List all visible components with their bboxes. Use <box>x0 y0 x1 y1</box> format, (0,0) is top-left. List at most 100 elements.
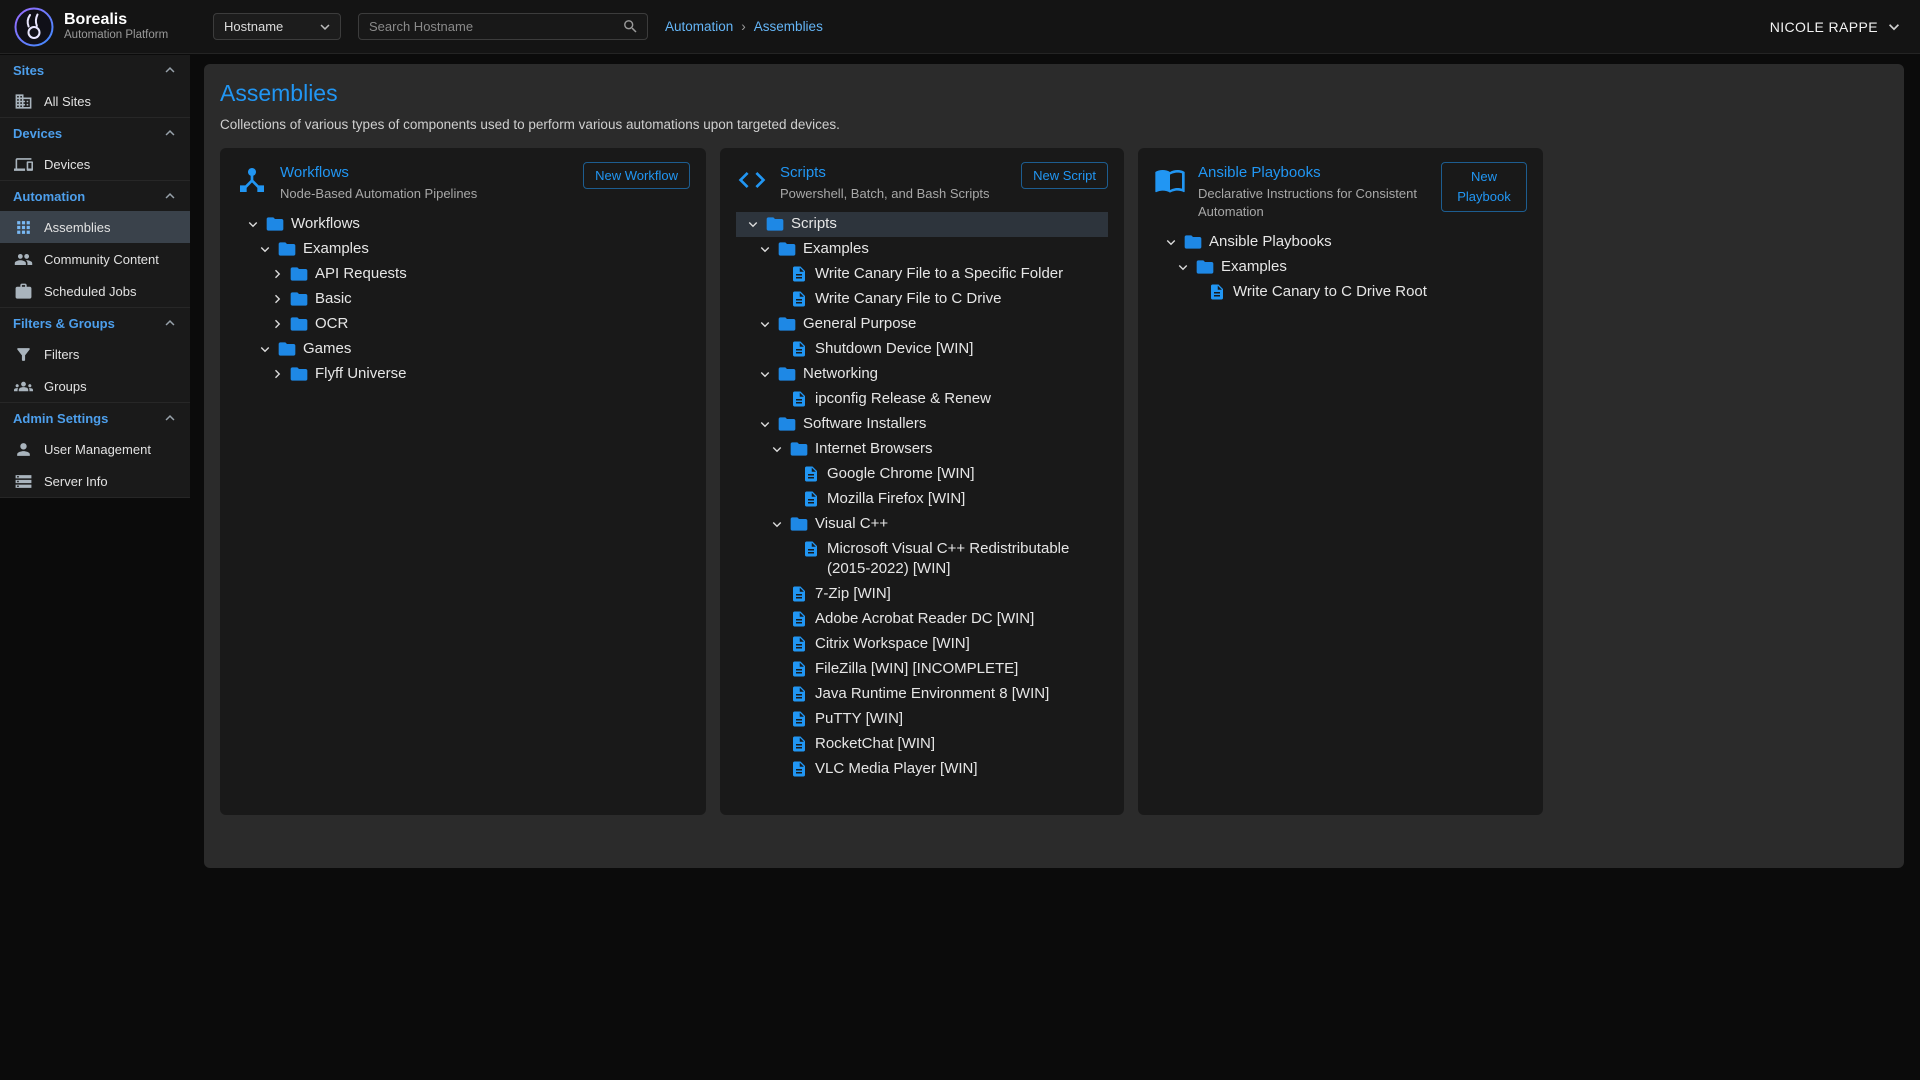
chevron-down-icon[interactable] <box>754 364 776 384</box>
chevron-down-icon[interactable] <box>754 239 776 259</box>
brand-subtitle: Automation Platform <box>64 29 168 42</box>
folder-icon <box>1194 257 1216 277</box>
chevron-right-icon[interactable] <box>266 289 288 309</box>
sidebar-item-label: Filters <box>44 347 79 362</box>
cards-row: Workflows Node-Based Automation Pipeline… <box>220 148 1888 815</box>
ansible-playbooks-tree: Ansible PlaybooksExamplesWrite Canary to… <box>1154 229 1527 304</box>
sidebar-item-assemblies[interactable]: Assemblies <box>0 211 190 243</box>
chevron-up-icon[interactable] <box>161 61 179 79</box>
file-icon <box>1206 282 1228 302</box>
tree-item-folder[interactable]: Basic <box>236 287 690 312</box>
tree-item-label: API Requests <box>315 264 413 284</box>
tree-item-folder[interactable]: Examples <box>736 237 1108 262</box>
chevron-down-icon[interactable] <box>242 214 264 234</box>
tree-item-folder[interactable]: Workflows <box>236 212 690 237</box>
assemblies-icon <box>14 218 33 237</box>
tree-item-label: General Purpose <box>803 314 922 334</box>
chevron-down-icon[interactable] <box>254 239 276 259</box>
file-icon <box>788 684 810 704</box>
chevron-down-icon[interactable] <box>766 439 788 459</box>
new-workflow-button[interactable]: New Workflow <box>583 162 690 189</box>
sidebar-item-server-info[interactable]: Server Info <box>0 465 190 497</box>
sidebar-item-groups[interactable]: Groups <box>0 370 190 402</box>
sidebar-section-header-sites[interactable]: Sites <box>0 55 190 85</box>
tree-item-file[interactable]: Write Canary to C Drive Root <box>1154 279 1527 304</box>
chevron-up-icon[interactable] <box>161 314 179 332</box>
chevron-down-icon[interactable] <box>254 339 276 359</box>
sidebar-item-filters[interactable]: Filters <box>0 338 190 370</box>
page-description: Collections of various types of componen… <box>220 117 1888 132</box>
tree-item-folder[interactable]: Software Installers <box>736 412 1108 437</box>
sidebar-item-user-management[interactable]: User Management <box>0 433 190 465</box>
tree-item-folder[interactable]: Flyff Universe <box>236 362 690 387</box>
tree-item-file[interactable]: Citrix Workspace [WIN] <box>736 632 1108 657</box>
tree-item-file[interactable]: Write Canary File to a Specific Folder <box>736 262 1108 287</box>
chevron-up-icon[interactable] <box>161 409 179 427</box>
tree-item-file[interactable]: FileZilla [WIN] [INCOMPLETE] <box>736 657 1108 682</box>
tree-item-folder[interactable]: Ansible Playbooks <box>1154 229 1527 254</box>
tree-item-folder[interactable]: OCR <box>236 312 690 337</box>
folder-icon <box>276 239 298 259</box>
search-input[interactable] <box>367 18 622 35</box>
tree-item-file[interactable]: Shutdown Device [WIN] <box>736 337 1108 362</box>
tree-item-file[interactable]: ipconfig Release & Renew <box>736 387 1108 412</box>
tree-item-file[interactable]: Mozilla Firefox [WIN] <box>736 487 1108 512</box>
sidebar-item-label: Scheduled Jobs <box>44 284 137 299</box>
user-menu[interactable]: NICOLE RAPPE <box>1770 17 1904 37</box>
sidebar-section-header-filters-groups[interactable]: Filters & Groups <box>0 308 190 338</box>
chevron-down-icon[interactable] <box>1160 232 1182 252</box>
chevron-up-icon[interactable] <box>161 124 179 142</box>
new-script-button[interactable]: New Script <box>1021 162 1108 189</box>
tree-item-file[interactable]: Microsoft Visual C++ Redistributable (20… <box>736 537 1108 582</box>
folder-icon <box>1182 232 1204 252</box>
tree-item-folder[interactable]: Networking <box>736 362 1108 387</box>
folder-icon <box>776 314 798 334</box>
chevron-right-icon[interactable] <box>266 364 288 384</box>
sidebar-item-label: Assemblies <box>44 220 110 235</box>
tree-item-label: Shutdown Device [WIN] <box>815 339 979 359</box>
tree-item-folder[interactable]: Examples <box>1154 254 1527 279</box>
card-title: Scripts <box>780 164 1011 181</box>
sidebar-section-header-admin-settings[interactable]: Admin Settings <box>0 403 190 433</box>
chevron-down-icon[interactable] <box>766 514 788 534</box>
tree-item-file[interactable]: Adobe Acrobat Reader DC [WIN] <box>736 607 1108 632</box>
chevron-down-icon[interactable] <box>1172 257 1194 277</box>
tree-item-file[interactable]: PuTTY [WIN] <box>736 707 1108 732</box>
chevron-down-icon[interactable] <box>742 214 764 234</box>
chevron-right-icon[interactable] <box>266 314 288 334</box>
file-icon <box>800 539 822 559</box>
sidebar-section-header-automation[interactable]: Automation <box>0 181 190 211</box>
new-playbook-button[interactable]: New Playbook <box>1441 162 1527 212</box>
tree-item-file[interactable]: Java Runtime Environment 8 [WIN] <box>736 682 1108 707</box>
tree-item-folder[interactable]: General Purpose <box>736 312 1108 337</box>
chevron-down-icon[interactable] <box>754 414 776 434</box>
chevron-right-icon[interactable] <box>266 264 288 284</box>
hostname-select[interactable]: Hostname <box>213 13 341 40</box>
search-hostname-box[interactable] <box>358 13 648 40</box>
breadcrumb-link-assemblies[interactable]: Assemblies <box>754 19 823 34</box>
chevron-down-icon[interactable] <box>754 314 776 334</box>
tree-item-folder[interactable]: Games <box>236 337 690 362</box>
sidebar-item-scheduled-jobs[interactable]: Scheduled Jobs <box>0 275 190 307</box>
tree-item-folder[interactable]: Visual C++ <box>736 512 1108 537</box>
tree-item-file[interactable]: VLC Media Player [WIN] <box>736 757 1108 782</box>
tree-item-file[interactable]: Google Chrome [WIN] <box>736 462 1108 487</box>
chevron-spacer <box>766 759 788 779</box>
sidebar-item-community-content[interactable]: Community Content <box>0 243 190 275</box>
tree-item-file[interactable]: Write Canary File to C Drive <box>736 287 1108 312</box>
chevron-spacer <box>778 464 800 484</box>
playbook-icon <box>1154 164 1186 196</box>
sidebar-item-all-sites[interactable]: All Sites <box>0 85 190 117</box>
tree-item-folder[interactable]: API Requests <box>236 262 690 287</box>
sidebar-section-header-devices[interactable]: Devices <box>0 118 190 148</box>
tree-item-folder[interactable]: Internet Browsers <box>736 437 1108 462</box>
chevron-up-icon[interactable] <box>161 187 179 205</box>
tree-item-file[interactable]: RocketChat [WIN] <box>736 732 1108 757</box>
sidebar-item-devices[interactable]: Devices <box>0 148 190 180</box>
tree-item-folder[interactable]: Examples <box>236 237 690 262</box>
breadcrumb-link-automation[interactable]: Automation <box>665 19 733 34</box>
tree-item-label: Workflows <box>291 214 366 234</box>
tree-item-file[interactable]: 7-Zip [WIN] <box>736 582 1108 607</box>
tree-item-folder[interactable]: Scripts <box>736 212 1108 237</box>
chevron-spacer <box>766 734 788 754</box>
